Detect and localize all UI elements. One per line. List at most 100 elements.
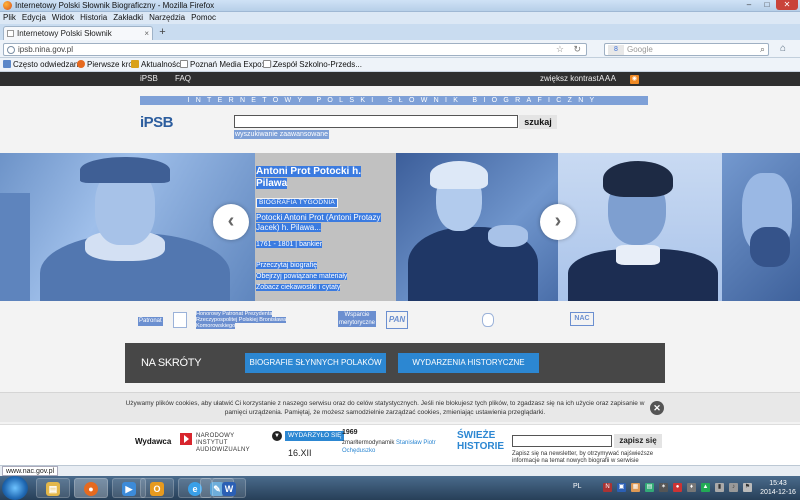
- taskbar-firefox[interactable]: ●: [74, 478, 108, 498]
- firefox-bookmark-icon: [77, 60, 85, 68]
- windows-taskbar: ▤ ● ▶ O e ✎ W PL N ▣ ▦ ▤ ✶ ● ♦ ▲ ▮ ♪ ⚑ 1…: [0, 476, 800, 500]
- firefox-icon: [3, 1, 12, 10]
- patronage-text: Honorowy Patronat Prezydenta Rzeczypospo…: [196, 311, 287, 329]
- crest-icon[interactable]: [482, 313, 494, 327]
- partners-strip: Patronat Honorowy Patronat Prezydenta Rz…: [0, 301, 800, 343]
- link-text: Przeczytaj biografię: [256, 262, 318, 269]
- menu-view[interactable]: Widok: [49, 12, 77, 24]
- maximize-button[interactable]: □: [758, 0, 776, 10]
- taskbar-outlook[interactable]: O: [140, 478, 174, 498]
- bookmark-star-icon[interactable]: ☆: [556, 44, 564, 55]
- search-engine-icon[interactable]: 8: [608, 45, 624, 55]
- tray-app-icon[interactable]: ●: [673, 483, 682, 492]
- rss-icon[interactable]: ◉: [630, 75, 639, 84]
- subscribe-button[interactable]: zapisz się: [614, 434, 662, 448]
- tray-app-icon[interactable]: ▦: [631, 483, 640, 492]
- chevron-down-icon[interactable]: ▼: [272, 431, 282, 441]
- outlook-icon: O: [150, 482, 164, 496]
- nav-ipsb-link[interactable]: iPSB: [140, 74, 158, 84]
- ipsb-logo[interactable]: iPSB: [140, 114, 182, 132]
- famous-poles-button[interactable]: BIOGRAFIE SŁYNNYCH POLAKÓW: [245, 353, 386, 373]
- pan-logo[interactable]: PAN: [386, 311, 408, 329]
- search-button[interactable]: szukaj: [519, 115, 557, 129]
- portrait-man-suit: [558, 153, 722, 301]
- biography-full-name-text: Potocki Antoni Prot (Antoni Protazy Jace…: [256, 213, 381, 232]
- link-text: Obejrzyj powiązane materiały: [256, 273, 348, 280]
- menu-bookmarks[interactable]: Zakładki: [110, 12, 146, 24]
- site-search-input[interactable]: [234, 115, 518, 128]
- bookmark-label: Często odwiedzane: [13, 60, 83, 69]
- read-biography-link[interactable]: Przeczytaj biografię: [256, 261, 318, 270]
- reload-icon[interactable]: ↻: [573, 44, 581, 55]
- event-role: termodynamik: [356, 440, 395, 446]
- bookmark-news[interactable]: Aktualności: [131, 60, 182, 70]
- new-tab-button[interactable]: +: [156, 27, 169, 39]
- menu-edit[interactable]: Edycja: [19, 12, 49, 24]
- search-icon[interactable]: ⌕: [760, 44, 765, 55]
- nac-logo[interactable]: NAC: [570, 312, 594, 326]
- window-titlebar: Internetowy Polski Słownik Biograficzny …: [0, 0, 800, 12]
- site-tagline: INTERNETOWY POLSKI SŁOWNIK BIOGRAFICZNY: [140, 96, 648, 105]
- close-window-button[interactable]: ✕: [776, 0, 798, 10]
- bookmark-label: Aktualności: [141, 60, 182, 69]
- biography-slider: Antoni Prot Potocki h. Pilawa BIOGRAFIA …: [0, 153, 800, 301]
- slider-prev-chevron-icon[interactable]: ‹: [213, 204, 249, 240]
- close-tab-icon[interactable]: ×: [144, 28, 149, 39]
- nav-faq-link[interactable]: FAQ: [175, 74, 191, 84]
- trivia-quotes-link[interactable]: Zobacz ciekawostki i cytaty: [256, 283, 341, 292]
- cookie-text: Używamy plików cookies, aby ułatwić Ci k…: [125, 400, 645, 416]
- bookmark-getting-started[interactable]: Pierwsze kroki: [77, 60, 139, 70]
- tray-app-icon[interactable]: ▣: [617, 483, 626, 492]
- taskbar-word[interactable]: W: [212, 478, 246, 498]
- site-footer: Wydawca NARODOWY INSTYTUT AUDIOWIZUALNY …: [0, 424, 800, 465]
- clock-time: 15:43: [769, 480, 787, 487]
- related-materials-link[interactable]: Obejrzyj powiązane materiały: [256, 272, 348, 281]
- globe-icon: [7, 46, 15, 54]
- slider-next-chevron-icon[interactable]: ›: [540, 204, 576, 240]
- menu-bar: Plik Edycja Widok Historia Zakładki Narzędzia…: [0, 12, 800, 24]
- support-label: Wsparcie merytoryczne: [338, 311, 376, 327]
- tray-app-icon[interactable]: ♦: [687, 483, 696, 492]
- bookmark-zespol-szkolno[interactable]: Zespół Szkolno-Przeds...: [263, 60, 362, 70]
- search-bar[interactable]: 8 Google ⌕: [604, 43, 769, 56]
- patronage-text-wrap: Honorowy Patronat Prezydenta Rzeczypospo…: [196, 311, 288, 329]
- taskbar-explorer[interactable]: ▤: [36, 478, 70, 498]
- menu-tools[interactable]: Narzędzia: [146, 12, 188, 24]
- menu-file[interactable]: Plik: [0, 12, 19, 24]
- link-text: Zobacz ciekawostki i cytaty: [256, 284, 341, 291]
- status-bar: www.nac.gov.pl: [0, 465, 800, 476]
- portrait-beard: [750, 227, 790, 267]
- bookmark-most-visited[interactable]: Często odwiedzane: [3, 60, 83, 70]
- historical-events-button[interactable]: WYDARZENIA HISTORYCZNE: [398, 353, 539, 373]
- language-indicator[interactable]: PL: [573, 483, 582, 490]
- folder-icon: ▤: [46, 482, 60, 496]
- tray-app-icon[interactable]: ✶: [659, 483, 668, 492]
- minimize-button[interactable]: –: [740, 0, 758, 10]
- network-icon[interactable]: ▮: [715, 483, 724, 492]
- tray-app-icon[interactable]: ▲: [701, 483, 710, 492]
- nina-name[interactable]: NARODOWY INSTYTUT AUDIOWIZUALNY: [196, 433, 266, 454]
- font-size-switcher[interactable]: AAA: [599, 74, 617, 84]
- web-page: iPSB FAQ zwiększ kontrast AAA ◉ INTERNET…: [0, 72, 800, 465]
- event-description: zmarłtermodynamik Stanisław Piotr Ochędu…: [342, 439, 447, 455]
- tray-app-icon[interactable]: N: [603, 483, 612, 492]
- advanced-search-link[interactable]: wyszukiwanie zaawansowane: [234, 130, 329, 139]
- start-button-icon[interactable]: [2, 476, 28, 500]
- flag-icon[interactable]: ⚑: [743, 483, 752, 492]
- search-placeholder: Google: [627, 45, 653, 54]
- menu-help[interactable]: Pomoc: [188, 12, 219, 24]
- url-bar[interactable]: ipsb.nina.gov.pl ☆ ↻: [3, 43, 587, 56]
- high-contrast-link[interactable]: zwiększ kontrast: [540, 74, 599, 84]
- menu-history[interactable]: Historia: [77, 12, 110, 24]
- bookmarks-toolbar: Często odwiedzane Pierwsze kroki Aktualn…: [0, 58, 800, 72]
- portrait-hat: [80, 157, 170, 183]
- system-clock[interactable]: 15:43 2014-12-16: [757, 479, 799, 497]
- tab-ipsb[interactable]: Internetowy Polski Słownik Biograficzny …: [3, 26, 153, 49]
- volume-icon[interactable]: ♪: [729, 483, 738, 492]
- nina-logo-icon[interactable]: [180, 433, 192, 445]
- home-icon[interactable]: ⌂: [776, 43, 790, 55]
- cookie-close-icon[interactable]: ✕: [650, 401, 664, 415]
- newsletter-email-input[interactable]: [512, 435, 612, 447]
- tray-app-icon[interactable]: ▤: [645, 483, 654, 492]
- biography-name[interactable]: Antoni Prot Potocki h. Pilawa: [256, 166, 386, 190]
